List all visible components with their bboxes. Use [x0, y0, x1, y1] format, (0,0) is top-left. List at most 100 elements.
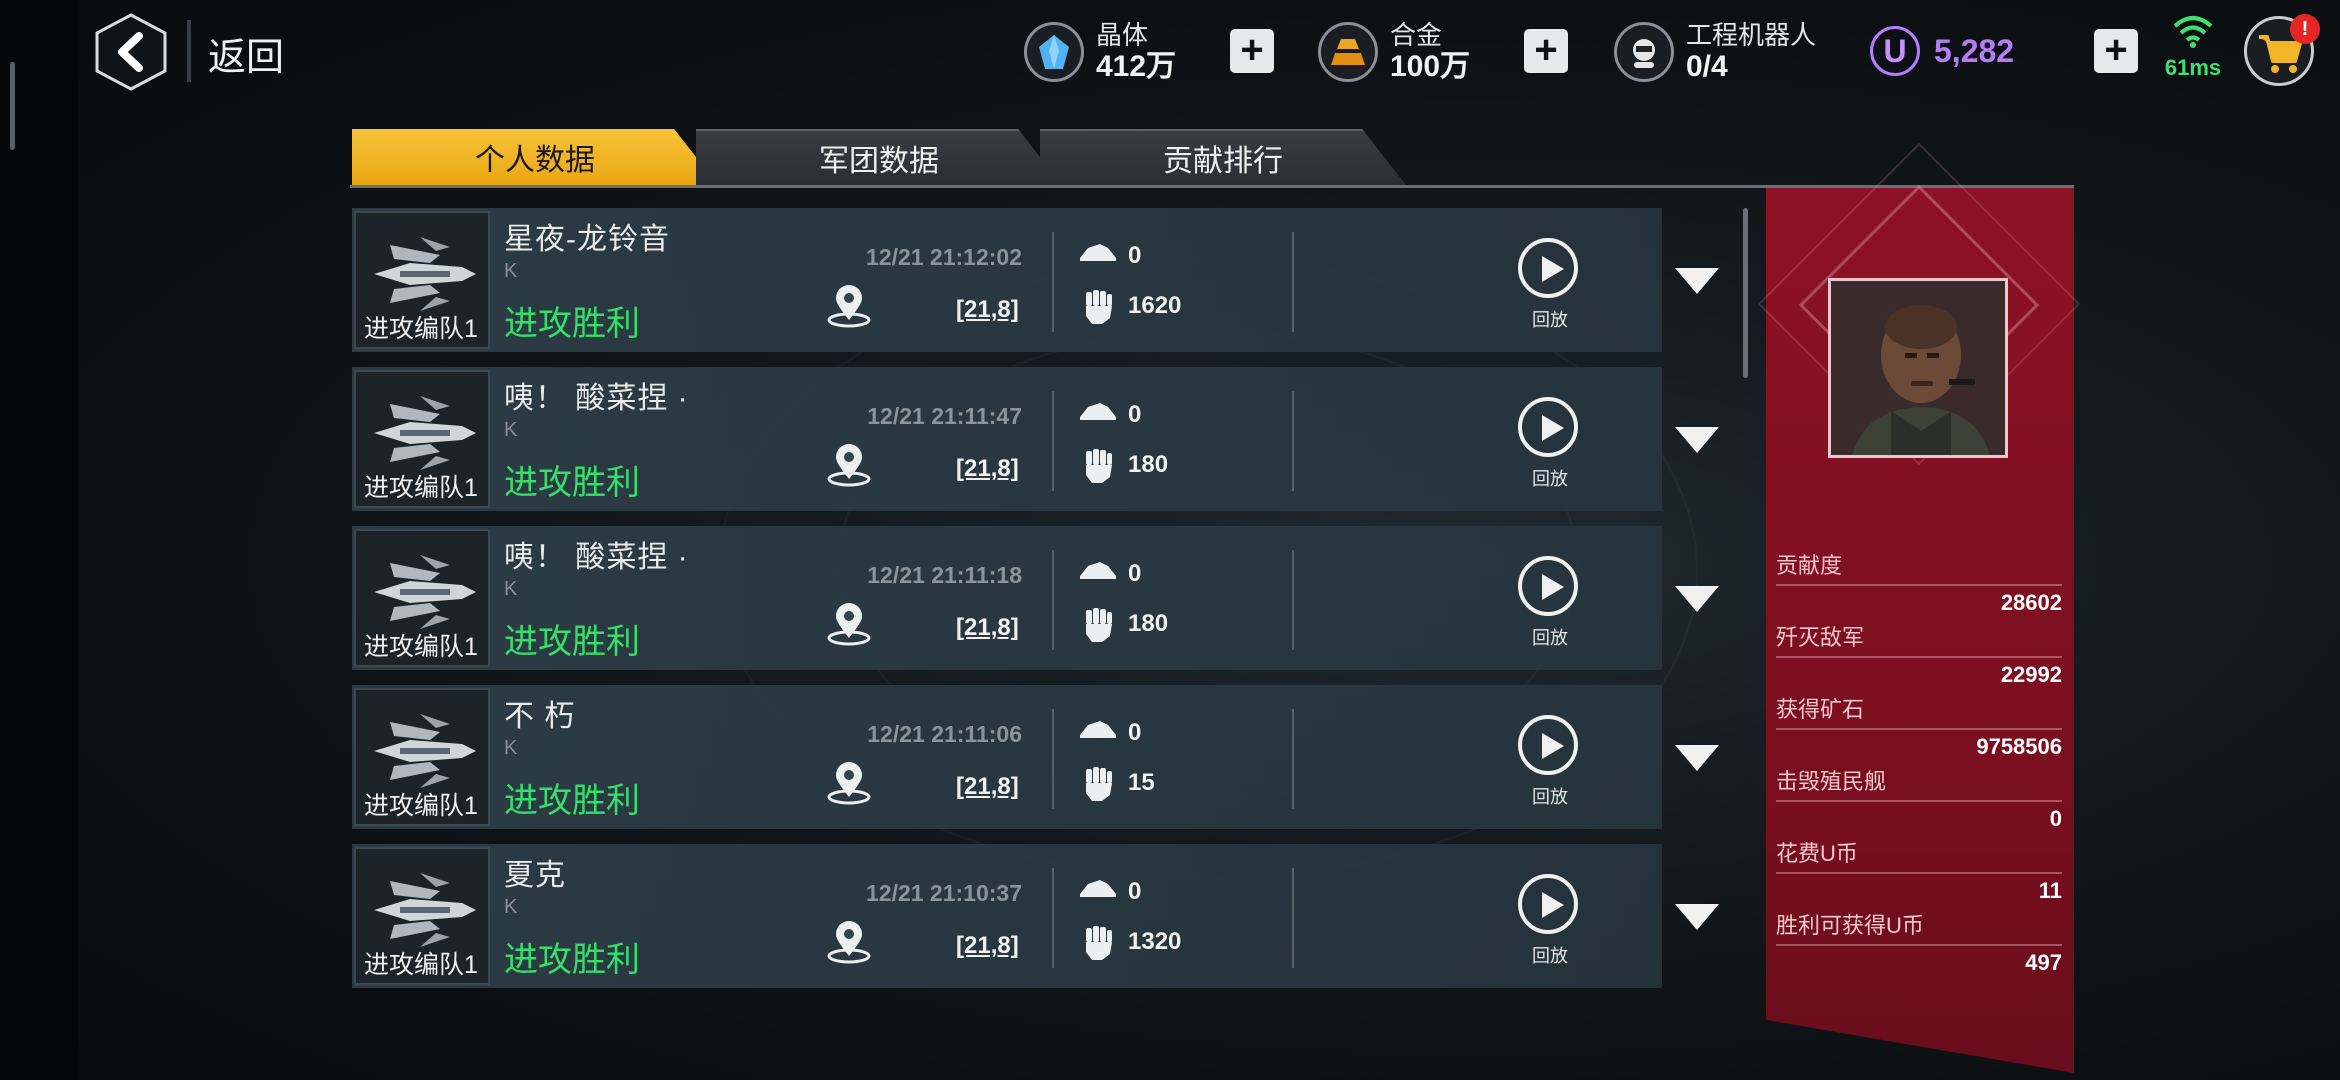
battle-record-row[interactable]: 进攻编队1 不 朽 K 进攻胜利 12/21 21:11:06 [21,8] 0…	[352, 685, 1719, 829]
summary-stat-divider	[1776, 728, 2062, 730]
fleet-ship-icon	[374, 714, 476, 788]
battle-coordinates[interactable]: [21,8]	[956, 455, 1019, 483]
replay-label[interactable]: 回放	[1522, 942, 1578, 968]
formation-thumbnail[interactable]: 进攻编队1	[354, 688, 490, 826]
opponent-rank: K	[504, 419, 518, 441]
row-divider	[1052, 232, 1054, 332]
replay-play-icon[interactable]	[1518, 874, 1578, 934]
replay-play-icon[interactable]	[1518, 397, 1578, 457]
summary-stat-label: 贡献度	[1776, 553, 1843, 578]
formation-label: 进攻编队1	[364, 315, 478, 343]
expand-chevron-down-icon[interactable]	[1675, 586, 1719, 612]
back-label[interactable]: 返回	[208, 26, 284, 81]
ucoin-value: 5,282	[1934, 33, 2015, 69]
add-alloy-button[interactable]: +	[1524, 29, 1568, 73]
battle-record-row[interactable]: 进攻编队1 星夜-龙铃音 K 进攻胜利 12/21 21:12:02 [21,8…	[352, 208, 1719, 352]
replay-label[interactable]: 回放	[1522, 624, 1578, 650]
expand-chevron-down-icon[interactable]	[1675, 745, 1719, 771]
summary-stat: 贡献度 28602	[1776, 548, 2062, 616]
summary-stat-label: 胜利可获得U币	[1776, 913, 1924, 938]
back-arrow-icon	[95, 13, 167, 91]
ships-lost-value: 0	[1128, 242, 1142, 269]
battle-record-row[interactable]: 进攻编队1 夏克 K 进攻胜利 12/21 21:10:37 [21,8] 0 …	[352, 844, 1719, 988]
expand-chevron-down-icon[interactable]	[1675, 904, 1719, 930]
opponent-name: 星夜-龙铃音	[504, 223, 670, 256]
ships-lost-value: 0	[1128, 719, 1142, 746]
summary-stat-divider	[1776, 872, 2062, 874]
summary-stat-label: 击毁殖民舰	[1776, 769, 1887, 794]
alloy-icon	[1318, 22, 1378, 82]
back-button[interactable]	[94, 12, 168, 92]
fist-icon	[1086, 926, 1112, 960]
add-ucoin-button[interactable]: +	[2094, 29, 2138, 73]
summary-stat-value: 28602	[2000, 590, 2062, 615]
damage-value: 180	[1128, 610, 1169, 637]
tab-personal-data[interactable]: 个人数据	[352, 129, 718, 185]
location-pin-icon	[827, 921, 871, 964]
damage-value: 1320	[1128, 928, 1182, 955]
ship-loss-icon	[1080, 880, 1116, 897]
opponent-rank: K	[504, 260, 518, 282]
replay-play-icon[interactable]	[1518, 556, 1578, 616]
formation-label: 进攻编队1	[364, 951, 478, 979]
crystal-label: 晶体	[1096, 20, 1149, 51]
battle-coordinates[interactable]: [21,8]	[956, 932, 1019, 960]
summary-stat-label: 歼灭敌军	[1776, 625, 1865, 650]
formation-thumbnail[interactable]: 进攻编队1	[354, 370, 490, 508]
battle-time: 12/21 21:12:02	[865, 244, 1022, 270]
opponent-rank: K	[504, 896, 518, 918]
replay-play-icon[interactable]	[1518, 715, 1578, 775]
replay-label[interactable]: 回放	[1522, 465, 1578, 491]
location-pin-icon	[827, 603, 871, 646]
summary-stat: 歼灭敌军 22992	[1776, 620, 2062, 688]
row-divider	[1292, 868, 1294, 968]
robot-value: 0/4	[1686, 49, 1728, 83]
formation-thumbnail[interactable]: 进攻编队1	[354, 211, 490, 349]
battle-time: 12/21 21:11:18	[867, 562, 1022, 588]
row-divider	[1052, 550, 1054, 650]
battle-record-row[interactable]: 进攻编队1 咦！ 酸菜捏 · K 进攻胜利 12/21 21:11:47 [21…	[352, 367, 1719, 511]
fleet-ship-icon	[374, 555, 476, 629]
resource-crystal: 晶体 412万	[1024, 16, 1176, 88]
tab-legion-data[interactable]: 军团数据	[696, 129, 1062, 185]
row-divider	[1292, 550, 1294, 650]
robot-icon	[1614, 22, 1674, 82]
location-pin-icon	[827, 285, 871, 328]
ships-lost-value: 0	[1128, 401, 1142, 428]
battle-record-row[interactable]: 进攻编队1 咦！ 酸菜捏 · K 进攻胜利 12/21 21:11:18 [21…	[352, 526, 1719, 670]
battle-coordinates[interactable]: [21,8]	[956, 773, 1019, 801]
tab-contribution-ranking[interactable]: 贡献排行	[1040, 129, 1406, 185]
fist-icon	[1086, 608, 1112, 642]
crystal-value: 412万	[1096, 49, 1177, 83]
expand-chevron-down-icon[interactable]	[1675, 268, 1719, 294]
fleet-ship-icon	[374, 237, 476, 311]
robot-label: 工程机器人	[1686, 20, 1817, 51]
replay-play-icon[interactable]	[1518, 238, 1578, 298]
battle-coordinates[interactable]: [21,8]	[956, 296, 1019, 324]
crystal-icon	[1024, 22, 1084, 82]
add-crystal-button[interactable]: +	[1230, 29, 1274, 73]
battle-result: 进攻胜利	[504, 305, 640, 343]
shop-alert-badge: !	[2290, 14, 2320, 44]
replay-label[interactable]: 回放	[1522, 306, 1578, 332]
edge-handle[interactable]	[10, 62, 15, 150]
summary-stat-value: 0	[2049, 806, 2062, 831]
formation-label: 进攻编队1	[364, 633, 478, 661]
fist-icon	[1086, 767, 1112, 801]
ucoin-icon: U	[1870, 26, 1920, 76]
opponent-name: 咦！ 酸菜捏 ·	[504, 382, 689, 415]
replay-label[interactable]: 回放	[1522, 783, 1578, 809]
battle-result: 进攻胜利	[504, 782, 640, 820]
battle-coordinates[interactable]: [21,8]	[956, 614, 1019, 642]
list-scrollbar[interactable]	[1743, 208, 1748, 378]
fleet-ship-icon	[374, 396, 476, 470]
header-divider	[187, 20, 191, 82]
expand-chevron-down-icon[interactable]	[1675, 427, 1719, 453]
summary-stat-divider	[1776, 944, 2062, 946]
summary-stat-value: 11	[2038, 878, 2062, 903]
formation-thumbnail[interactable]: 进攻编队1	[354, 847, 490, 985]
row-divider	[1052, 391, 1054, 491]
row-divider	[1292, 709, 1294, 809]
summary-stat-divider	[1776, 656, 2062, 658]
formation-thumbnail[interactable]: 进攻编队1	[354, 529, 490, 667]
